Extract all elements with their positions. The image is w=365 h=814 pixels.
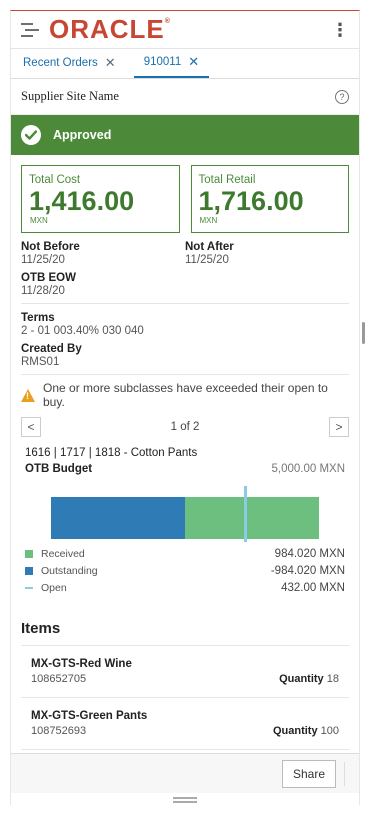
otb-warning: One or more subclasses have exceeded the… [11, 375, 359, 409]
order-fields: Not Before 11/25/20 Not After 11/25/20 O… [11, 233, 359, 375]
otb-budget-row: OTB Budget 5,000.00 MXN [11, 459, 359, 475]
check-circle-icon [21, 125, 41, 145]
totals-row: Total Cost 1,416.00 MXN Total Retail 1,7… [11, 155, 359, 233]
divider [344, 761, 345, 786]
open-marker [243, 486, 247, 542]
warning-icon [21, 388, 35, 402]
total-retail-label: Total Retail [198, 174, 256, 186]
app-header: ORACLE® ⋮ [11, 11, 359, 49]
otb-eow-field: OTB EOW 11/28/20 [21, 272, 76, 297]
otb-legend: Received 984.020 MXN Outstanding -984.02… [11, 541, 359, 596]
prev-page-button[interactable]: < [21, 417, 41, 437]
open-swatch [25, 586, 33, 589]
total-cost-value: 1,416.00 [29, 186, 135, 216]
budget-amount: 5,000.00 MXN [271, 463, 345, 475]
tab-bar: Recent Orders ✕ 910011 ✕ [11, 49, 359, 79]
total-retail-card: Total Retail 1,716.00 MXN [190, 165, 349, 233]
oracle-logo: ORACLE® [49, 14, 171, 44]
hamburger-menu-icon[interactable] [21, 22, 39, 37]
total-cost-label: Total Cost [29, 174, 81, 186]
tab-recent-orders[interactable]: Recent Orders ✕ [19, 48, 120, 78]
total-retail-unit: MXN [199, 216, 218, 225]
outstanding-swatch [25, 566, 33, 575]
close-tab-icon[interactable]: ✕ [105, 55, 116, 71]
subclass-title: 1616 | 1717 | 1818 - Cotton Pants [25, 447, 198, 459]
tab-label: 910011 [143, 56, 182, 68]
total-cost-card: Total Cost 1,416.00 MXN [21, 165, 180, 233]
app-frame: ORACLE® ⋮ Recent Orders ✕ 910011 ✕ Suppl… [10, 10, 360, 805]
budget-label: OTB Budget [25, 463, 93, 475]
otb-stacked-bar [51, 497, 319, 539]
divider [21, 303, 349, 304]
item-quantity: Quantity 18 [279, 673, 339, 685]
legend-received: Received 984.020 MXN [25, 545, 345, 562]
supplier-site-name: Supplier Site Name [21, 89, 119, 103]
status-label: Approved [53, 128, 112, 142]
legend-open: Open 432.00 MXN [25, 579, 345, 596]
terms-field: Terms 2 - 01 003.40% 030 040 [21, 312, 144, 337]
next-page-button[interactable]: > [329, 417, 349, 437]
page-indicator: 1 of 2 [170, 421, 200, 433]
legend-outstanding: Outstanding -984.020 MXN [25, 562, 345, 579]
total-cost-unit: MXN [30, 216, 48, 225]
help-icon[interactable]: ? [335, 89, 349, 104]
subclass-pager: < 1 of 2 > [11, 409, 359, 437]
item-id: 108752693 [31, 725, 87, 737]
share-button[interactable]: Share [281, 759, 336, 788]
close-tab-icon[interactable]: ✕ [188, 54, 199, 70]
more-options-icon[interactable]: ⋮ [331, 21, 349, 39]
warning-text: One or more subclasses have exceeded the… [43, 381, 328, 409]
tab-order-910011[interactable]: 910011 ✕ [133, 48, 210, 78]
tab-label: Recent Orders [23, 57, 98, 69]
status-banner: Approved [11, 115, 359, 155]
otb-progress-chart [11, 483, 359, 542]
item-name: MX-GTS-Red Wine [31, 658, 132, 670]
resize-grip-icon[interactable] [173, 797, 197, 803]
action-footer: Share [11, 753, 359, 793]
items-heading: Items [21, 596, 349, 646]
received-segment [185, 497, 319, 539]
list-item[interactable]: MX-GTS-Red Wine 108652705 Quantity 18 [21, 646, 349, 698]
item-name: MX-GTS-Green Pants [31, 710, 148, 722]
created-by-field: Created By RMS01 [21, 343, 82, 368]
outstanding-segment [51, 497, 185, 539]
item-id: 108652705 [31, 673, 87, 685]
total-retail-value: 1,716.00 [198, 186, 304, 216]
item-quantity: Quantity 100 [272, 725, 339, 737]
list-item[interactable]: MX-GTS-Green Pants 108752693 Quantity 10… [21, 698, 349, 750]
not-before-field: Not Before 11/25/20 [21, 241, 80, 266]
received-swatch [25, 549, 33, 558]
supplier-site-row: Supplier Site Name ? [11, 79, 359, 115]
not-after-field: Not After 11/25/20 [185, 241, 234, 266]
